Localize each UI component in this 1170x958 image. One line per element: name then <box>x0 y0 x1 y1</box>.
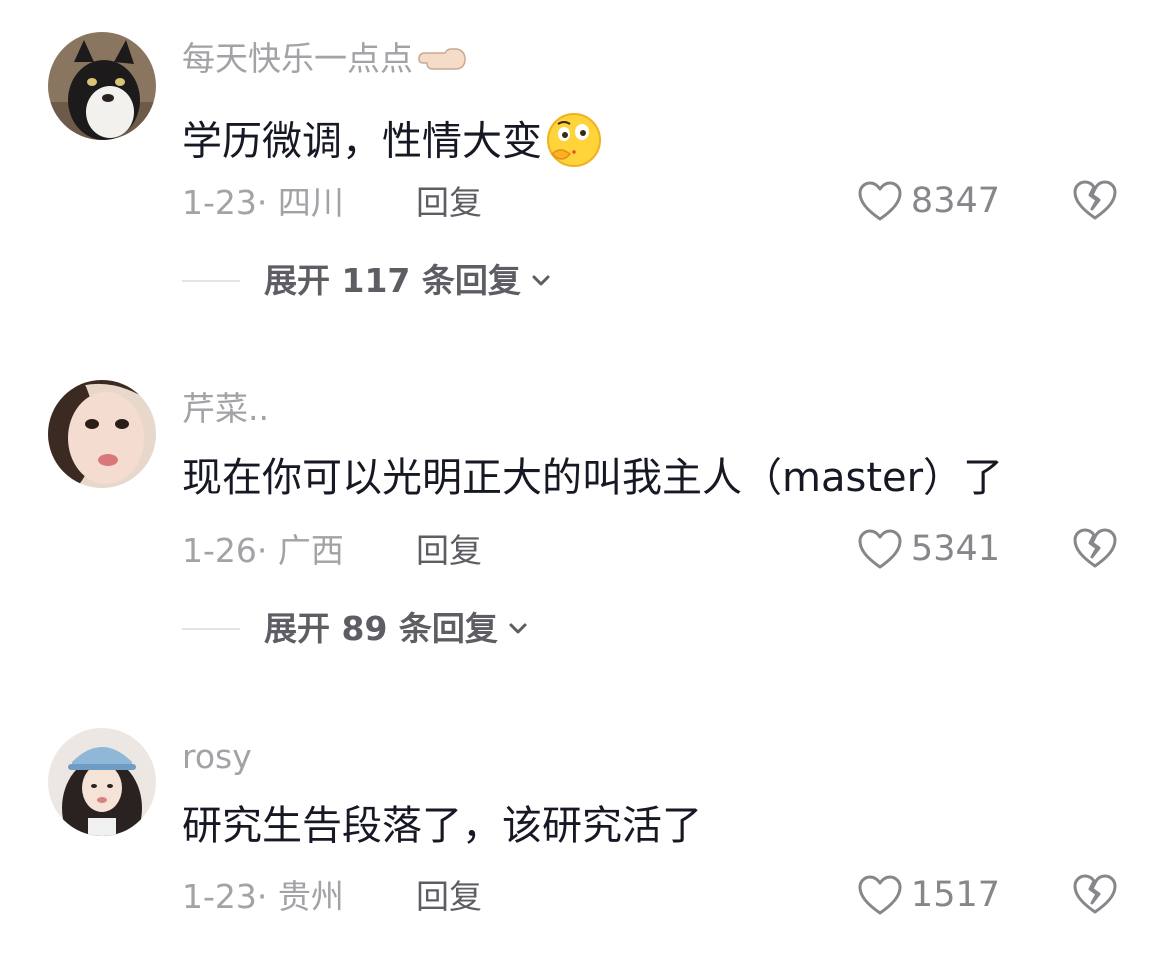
expand-replies-button[interactable]: 展开 89 条回复 <box>182 612 528 645</box>
username[interactable]: 每天快乐一点点 <box>182 42 467 78</box>
user-avatar[interactable] <box>48 380 156 488</box>
dislike-button[interactable] <box>1071 526 1119 574</box>
chevron-down-icon <box>509 623 527 633</box>
comment-date-location: 1-23· 四川 <box>182 183 344 222</box>
broken-heart-icon <box>1073 180 1117 220</box>
reply-button[interactable]: 回复 <box>416 880 482 913</box>
username[interactable]: 芹菜.. <box>182 392 269 425</box>
thinking-face-icon <box>544 110 604 177</box>
chevron-down-icon <box>532 275 550 285</box>
like-button[interactable]: 5341 <box>857 528 1000 570</box>
expand-replies-label: 展开 89 条回复 <box>264 609 498 648</box>
like-count: 8347 <box>910 180 1000 221</box>
comment-text: 现在你可以光明正大的叫我主人（master）了 <box>182 455 1004 501</box>
user-avatar[interactable] <box>48 32 156 140</box>
reply-button[interactable]: 回复 <box>416 186 482 219</box>
dislike-button[interactable] <box>1071 178 1119 226</box>
username[interactable]: rosy <box>182 740 252 773</box>
broken-heart-icon <box>1073 874 1117 914</box>
heart-icon <box>858 875 902 915</box>
like-count: 5341 <box>910 528 1000 569</box>
woman-avatar-icon <box>48 380 156 488</box>
woman-cap-avatar-icon <box>48 728 156 836</box>
divider-line <box>182 627 240 630</box>
user-avatar[interactable] <box>48 728 156 836</box>
divider-line <box>182 279 240 282</box>
comment-date-location: 1-23· 贵州 <box>182 877 344 916</box>
like-button[interactable]: 1517 <box>857 874 1000 916</box>
pointing-hand-icon <box>417 43 467 78</box>
cat-avatar-icon <box>48 32 156 140</box>
comment-text: 学历微调，性情大变 <box>182 110 604 177</box>
broken-heart-icon <box>1073 528 1117 568</box>
like-count: 1517 <box>910 874 1000 915</box>
comment-text: 研究生告段落了，该研究活了 <box>182 803 702 849</box>
heart-icon <box>858 529 902 569</box>
heart-icon <box>858 181 902 221</box>
expand-replies-label: 展开 117 条回复 <box>264 261 521 300</box>
comment-date-location: 1-26· 广西 <box>182 531 344 570</box>
like-button[interactable]: 8347 <box>857 180 1000 222</box>
expand-replies-button[interactable]: 展开 117 条回复 <box>182 264 551 297</box>
dislike-button[interactable] <box>1071 872 1119 920</box>
reply-button[interactable]: 回复 <box>416 534 482 567</box>
